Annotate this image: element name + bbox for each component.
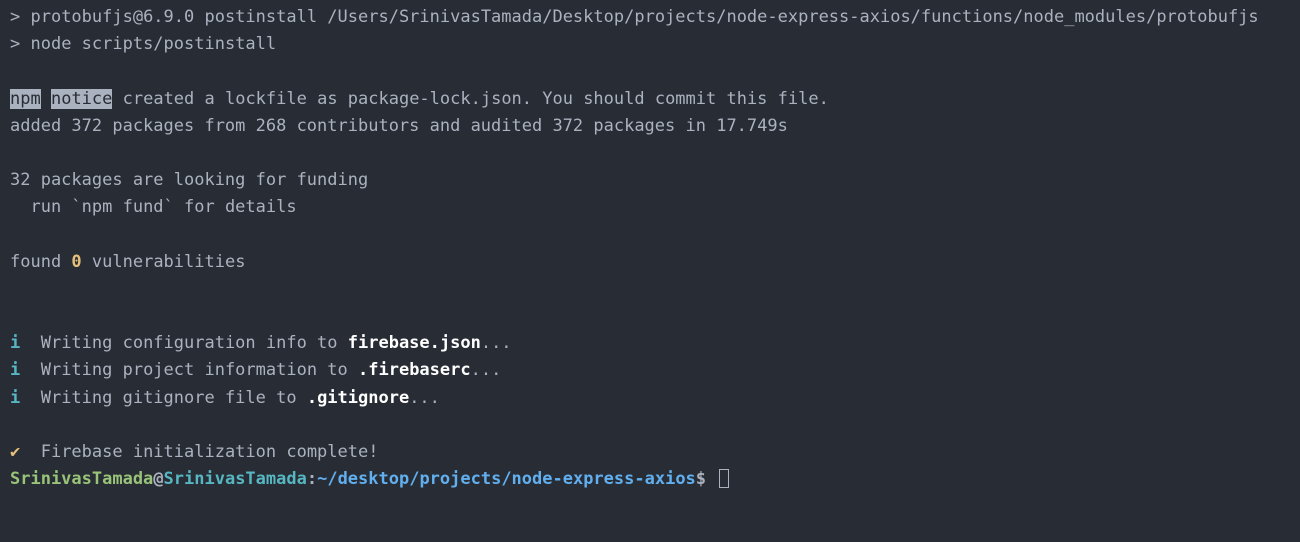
shell-prompt: SrinivasTamada@SrinivasTamada:~/desktop/… <box>10 466 1290 493</box>
funding-line-2: run `npm fund` for details <box>10 194 1290 221</box>
blank-line <box>10 276 1290 303</box>
script-command: node scripts/postinstall <box>30 34 276 54</box>
blank-line <box>10 412 1290 439</box>
write-gitignore-line: i Writing gitignore file to .gitignore..… <box>10 385 1290 412</box>
info-icon: i <box>10 388 20 408</box>
blank-line <box>10 303 1290 330</box>
complete-message: Firebase initialization complete! <box>20 442 378 462</box>
write-project-line: i Writing project information to .fireba… <box>10 357 1290 384</box>
cursor-icon[interactable] <box>719 469 729 488</box>
write-text: Writing configuration info to <box>20 333 348 353</box>
found-prefix: found <box>10 252 71 272</box>
postinstall-line-2: > node scripts/postinstall <box>10 31 1290 58</box>
complete-line: ✔ Firebase initialization complete! <box>10 439 1290 466</box>
firebaserc-file: .firebaserc <box>358 360 471 380</box>
npm-notice-line: npm notice created a lockfile as package… <box>10 86 1290 113</box>
found-suffix: vulnerabilities <box>82 252 246 272</box>
write-text: Writing project information to <box>20 360 358 380</box>
packages-added-line: added 372 packages from 268 contributors… <box>10 113 1290 140</box>
firebase-json-file: firebase.json <box>348 333 481 353</box>
prompt-marker: > <box>10 34 30 54</box>
prompt-colon: : <box>307 469 317 489</box>
prompt-path: ~/desktop/projects/node-express-axios <box>317 469 696 489</box>
blank-line <box>10 58 1290 85</box>
gitignore-file: .gitignore <box>307 388 409 408</box>
vulnerability-count: 0 <box>71 252 81 272</box>
prompt-host: SrinivasTamada <box>164 469 307 489</box>
ellipsis: ... <box>481 333 512 353</box>
prompt-at: @ <box>153 469 163 489</box>
write-config-line: i Writing configuration info to firebase… <box>10 330 1290 357</box>
npm-badge: npm <box>10 89 41 109</box>
info-icon: i <box>10 360 20 380</box>
funding-line-1: 32 packages are looking for funding <box>10 167 1290 194</box>
prompt-marker: > <box>10 7 30 27</box>
package-name: protobufjs@6.9.0 postinstall <box>30 7 317 27</box>
notice-badge: notice <box>51 89 112 109</box>
info-icon: i <box>10 333 20 353</box>
lockfile-message: created a lockfile as package-lock.json.… <box>112 89 828 109</box>
check-icon: ✔ <box>10 442 20 462</box>
postinstall-line-1: > protobufjs@6.9.0 postinstall /Users/Sr… <box>10 4 1290 31</box>
ellipsis: ... <box>471 360 502 380</box>
terminal-output[interactable]: > protobufjs@6.9.0 postinstall /Users/Sr… <box>10 4 1290 493</box>
ellipsis: ... <box>409 388 440 408</box>
vulnerabilities-line: found 0 vulnerabilities <box>10 249 1290 276</box>
prompt-dollar: $ <box>696 469 716 489</box>
prompt-user: SrinivasTamada <box>10 469 153 489</box>
blank-line <box>10 140 1290 167</box>
blank-line <box>10 222 1290 249</box>
install-path: /Users/SrinivasTamada/Desktop/projects/n… <box>317 7 1259 27</box>
write-text: Writing gitignore file to <box>20 388 307 408</box>
